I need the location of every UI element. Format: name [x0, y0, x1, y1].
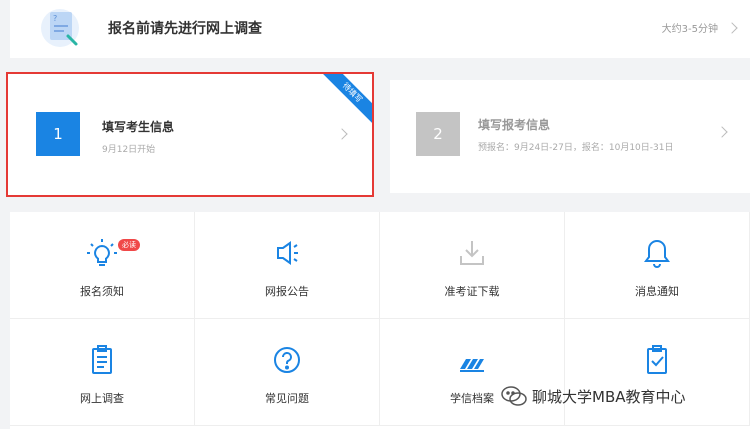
- clipboard-icon: [92, 345, 112, 374]
- watermark-text: 聊城大学MBA教育中心: [532, 387, 686, 406]
- svg-text:?: ?: [53, 14, 57, 23]
- menu-item-label: 报名须知: [80, 285, 124, 298]
- status-ribbon: 待填写: [316, 74, 372, 130]
- menu-item-label: 准考证下载: [444, 285, 500, 298]
- menu-item-registration-notice[interactable]: 必读 报名须知: [10, 212, 195, 319]
- wechat-icon: [501, 386, 527, 406]
- archive-icon: [460, 359, 484, 372]
- download-icon: [460, 241, 484, 265]
- question-icon: [274, 347, 300, 373]
- step-number: 2: [416, 112, 460, 156]
- menu-item-admission-ticket[interactable]: 准考证下载: [380, 212, 565, 319]
- menu-item-faq[interactable]: 常见问题: [195, 319, 380, 426]
- bell-icon: [644, 239, 670, 268]
- survey-illustration-icon: ?: [41, 9, 79, 47]
- step-card-fill-candidate-info[interactable]: 1 填写考生信息 9月12日开始 待填写: [6, 72, 374, 197]
- menu-item-label: 常见问题: [265, 392, 309, 405]
- menu-item-checklist[interactable]: [565, 319, 750, 426]
- menu-item-online-survey[interactable]: 网上调查: [10, 319, 195, 426]
- step-subtitle: 9月12日开始: [102, 145, 156, 155]
- survey-title: 报名前请先进行网上调查: [108, 21, 262, 37]
- menu-item-announcements[interactable]: 网报公告: [195, 212, 380, 319]
- step-subtitle: 预报名：9月24日-27日，报名：10月10日-31日: [478, 143, 674, 153]
- step-card-fill-application-info[interactable]: 2 填写报考信息 预报名：9月24日-27日，报名：10月10日-31日: [390, 80, 750, 193]
- lightbulb-icon: [87, 239, 117, 266]
- chevron-right-icon: [716, 126, 728, 138]
- checklist-icon: [647, 345, 667, 374]
- survey-duration: 大约3-5分钟: [661, 24, 718, 35]
- menu-item-label: 网上调查: [80, 392, 124, 405]
- step-title: 填写考生信息: [102, 120, 175, 134]
- must-read-badge: 必读: [118, 239, 140, 251]
- step-title: 填写报考信息: [478, 118, 551, 132]
- menu-item-label: 网报公告: [265, 285, 309, 298]
- chevron-right-icon: [336, 128, 348, 140]
- survey-duration-link[interactable]: 大约3-5分钟: [661, 20, 738, 35]
- wechat-watermark: 聊城大学MBA教育中心: [500, 384, 686, 408]
- menu-item-label: 消息通知: [635, 285, 679, 298]
- chevron-right-icon: [726, 21, 738, 34]
- survey-banner[interactable]: ? 报名前请先进行网上调查 大约3-5分钟: [10, 0, 750, 58]
- step-number: 1: [36, 112, 80, 156]
- megaphone-icon: [277, 241, 298, 265]
- menu-item-notifications[interactable]: 消息通知: [565, 212, 750, 319]
- status-ribbon-label: 待填写: [318, 74, 372, 127]
- menu-item-chsi-archive[interactable]: 学信档案: [380, 319, 565, 426]
